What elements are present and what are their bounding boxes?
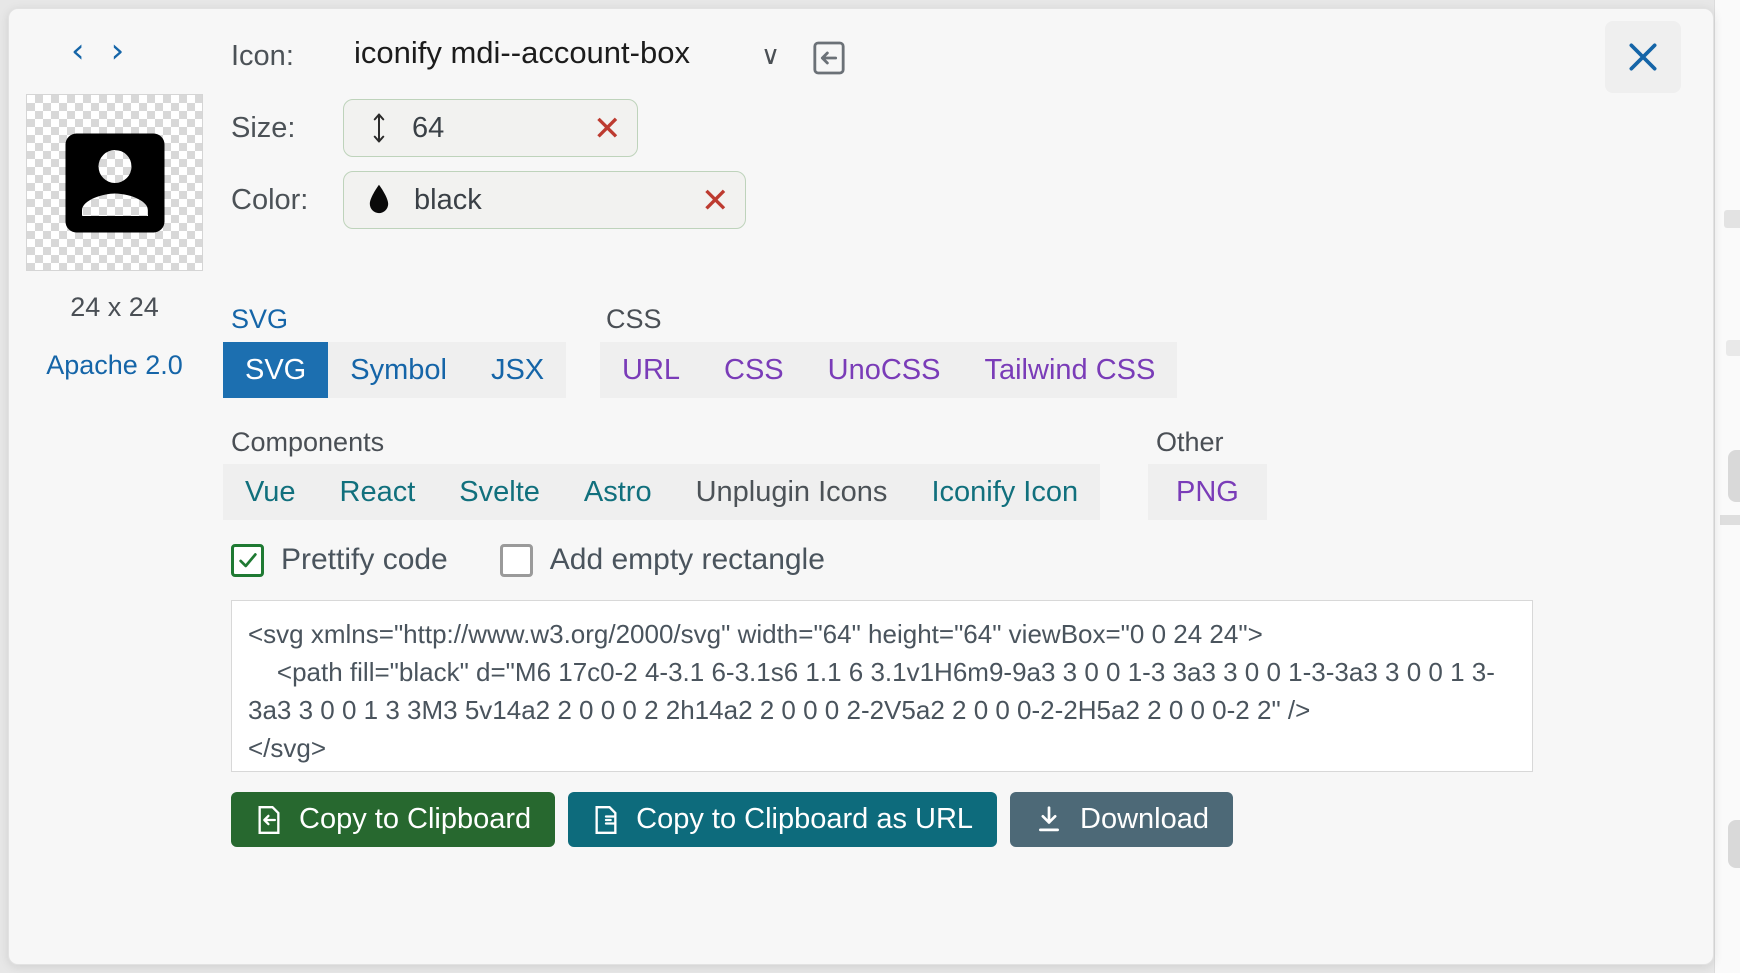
checkbox-checked-icon [231,543,264,577]
icon-dimensions: 24 x 24 [70,292,159,322]
component-format-tabs: Vue React Svelte Astro Unplugin Icons Ic… [223,464,1101,520]
css-group-label: CSS [606,304,662,334]
icon-license-link[interactable]: Apache 2.0 [26,350,203,381]
color-drop-icon [366,183,392,217]
download-label: Download [1080,803,1210,835]
icon-details-dialog: ‹ › Icon: iconify mdi--account-box ∨ 24 … [8,8,1714,965]
tab-unocss[interactable]: UnoCSS [806,342,963,398]
tab-svelte[interactable]: Svelte [437,464,562,520]
copy-to-clipboard-button[interactable]: Copy to Clipboard [231,792,556,847]
tab-react[interactable]: React [318,464,438,520]
download-button[interactable]: Download [1010,792,1234,847]
tab-url[interactable]: URL [600,342,702,398]
clipboard-copy-icon [255,804,283,836]
action-buttons: Copy to Clipboard Copy to Clipboard as U… [231,792,1234,847]
copy-to-clipboard-label: Copy to Clipboard [299,803,532,835]
previous-icon-arrow[interactable]: ‹ [71,34,85,68]
icon-preview [26,94,203,271]
components-group-label: Components [231,427,385,457]
color-input[interactable]: black [343,171,746,229]
size-field-label: Size: [231,112,296,144]
icon-navigation: ‹ › [71,34,124,68]
copy-name-icon[interactable] [809,37,849,79]
tab-png[interactable]: PNG [1148,464,1267,520]
close-button[interactable] [1605,21,1681,93]
other-format-tabs: PNG [1148,464,1267,520]
prettify-code-checkbox[interactable]: Prettify code [231,543,448,577]
clipboard-link-icon [592,804,620,836]
color-field-label: Color: [231,184,309,216]
css-format-tabs: URL CSS UnoCSS Tailwind CSS [600,342,1178,398]
code-options: Prettify code Add empty rectangle [231,543,825,577]
copy-as-url-label: Copy to Clipboard as URL [636,803,974,835]
prettify-code-label: Prettify code [281,543,448,576]
copy-as-url-button[interactable]: Copy to Clipboard as URL [568,792,998,847]
code-output-text: <svg xmlns="http://www.w3.org/2000/svg" … [248,619,1495,763]
tab-vue[interactable]: Vue [223,464,318,520]
account-box-icon [65,133,164,232]
clear-size-button[interactable]: ✕ [593,109,622,149]
icon-field-label: Icon: [231,40,294,72]
height-arrow-icon [368,111,390,145]
size-value: 64 [412,111,445,144]
download-icon [1034,804,1064,836]
tab-tailwind-css[interactable]: Tailwind CSS [962,342,1177,398]
add-empty-rectangle-label: Add empty rectangle [549,543,825,576]
screen: ‹ › Icon: iconify mdi--account-box ∨ 24 … [0,0,1740,973]
svg-format-tabs: SVG Symbol JSX [223,342,567,398]
color-value: black [414,183,482,216]
clear-color-button[interactable]: ✕ [701,181,730,221]
tab-jsx[interactable]: JSX [469,342,566,398]
background-page-sliver [1714,0,1740,973]
add-empty-rectangle-checkbox[interactable]: Add empty rectangle [499,543,825,577]
icon-name-value: iconify mdi--account-box [354,35,690,70]
tab-svg[interactable]: SVG [223,342,329,398]
checkbox-unchecked-icon [499,543,533,577]
code-output-box[interactable]: <svg xmlns="http://www.w3.org/2000/svg" … [231,600,1533,772]
other-group-label: Other [1156,427,1224,457]
tab-astro[interactable]: Astro [562,464,674,520]
close-icon [1629,43,1657,71]
svg-group-label: SVG [231,304,289,334]
tab-unplugin-icons[interactable]: Unplugin Icons [674,464,910,520]
tab-symbol[interactable]: Symbol [328,342,469,398]
tab-iconify-icon[interactable]: Iconify Icon [909,464,1100,520]
tab-css[interactable]: CSS [702,342,806,398]
chevron-down-icon[interactable]: ∨ [761,41,780,71]
next-icon-arrow[interactable]: › [111,34,125,68]
